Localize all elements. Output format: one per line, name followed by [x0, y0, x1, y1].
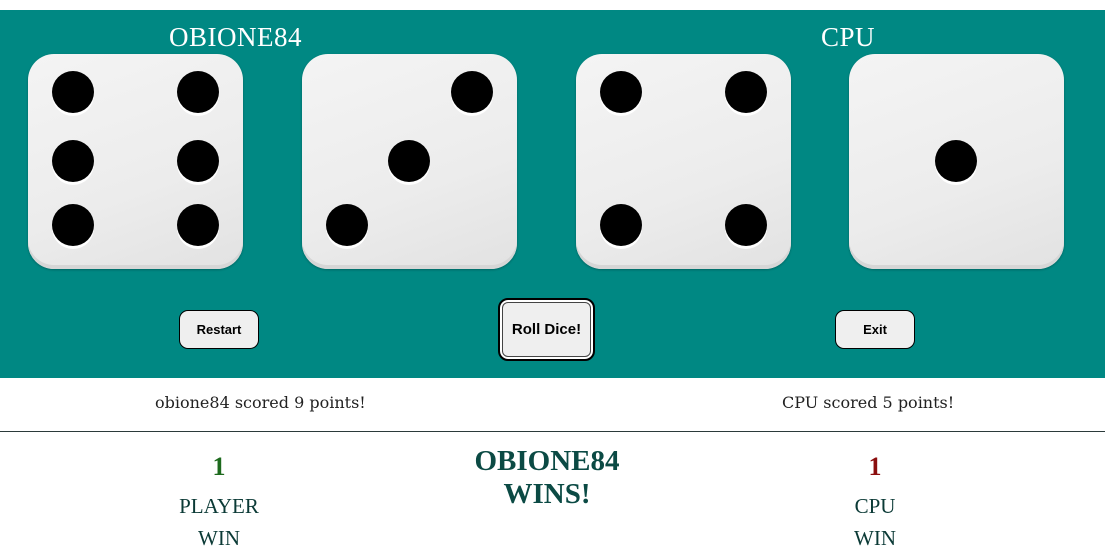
- die-pip: [725, 204, 767, 246]
- die-pip: [326, 204, 368, 246]
- die-pip: [935, 140, 977, 182]
- player-die-1: [28, 54, 243, 269]
- cpu-name: CPU: [821, 22, 876, 52]
- cpu-score-message: CPU scored 5 points!: [782, 393, 955, 412]
- die-pip: [177, 140, 219, 182]
- cpu-win-tally: 1 CPU WIN: [815, 452, 935, 554]
- die-pip: [177, 204, 219, 246]
- exit-button[interactable]: Exit: [835, 310, 915, 349]
- cpu-die-1: [576, 54, 791, 269]
- die-pip: [52, 71, 94, 113]
- winner-suffix: WINS!: [503, 478, 591, 510]
- die-pip: [600, 71, 642, 113]
- player-score-message: obione84 scored 9 points!: [155, 393, 366, 412]
- roll-dice-button[interactable]: Roll Dice!: [498, 298, 595, 361]
- restart-button[interactable]: Restart: [179, 310, 259, 349]
- die-pip: [388, 140, 430, 182]
- player-name: OBIONE84: [169, 22, 302, 52]
- die-pip: [52, 140, 94, 182]
- winner-announcement: OBIONE84 WINS!: [447, 445, 647, 511]
- die-pip: [52, 204, 94, 246]
- cpu-win-count: 1: [868, 452, 882, 481]
- cpu-die-2: [849, 54, 1064, 269]
- die-pip: [177, 71, 219, 113]
- die-pip: [725, 71, 767, 113]
- player-win-tally: 1 PLAYER WIN: [159, 452, 279, 554]
- die-pip: [451, 71, 493, 113]
- divider: [0, 431, 1105, 432]
- die-pip: [600, 204, 642, 246]
- cpu-tally-label: CPU: [854, 494, 896, 518]
- game-board: OBIONE84 CPU Restart Roll Dice! Exit: [0, 10, 1105, 378]
- player-win-label: WIN: [198, 526, 240, 550]
- player-die-2: [302, 54, 517, 269]
- cpu-win-label: WIN: [854, 526, 896, 550]
- player-tally-label: PLAYER: [179, 494, 259, 518]
- winner-name: OBIONE84: [474, 445, 620, 477]
- player-win-count: 1: [212, 452, 226, 481]
